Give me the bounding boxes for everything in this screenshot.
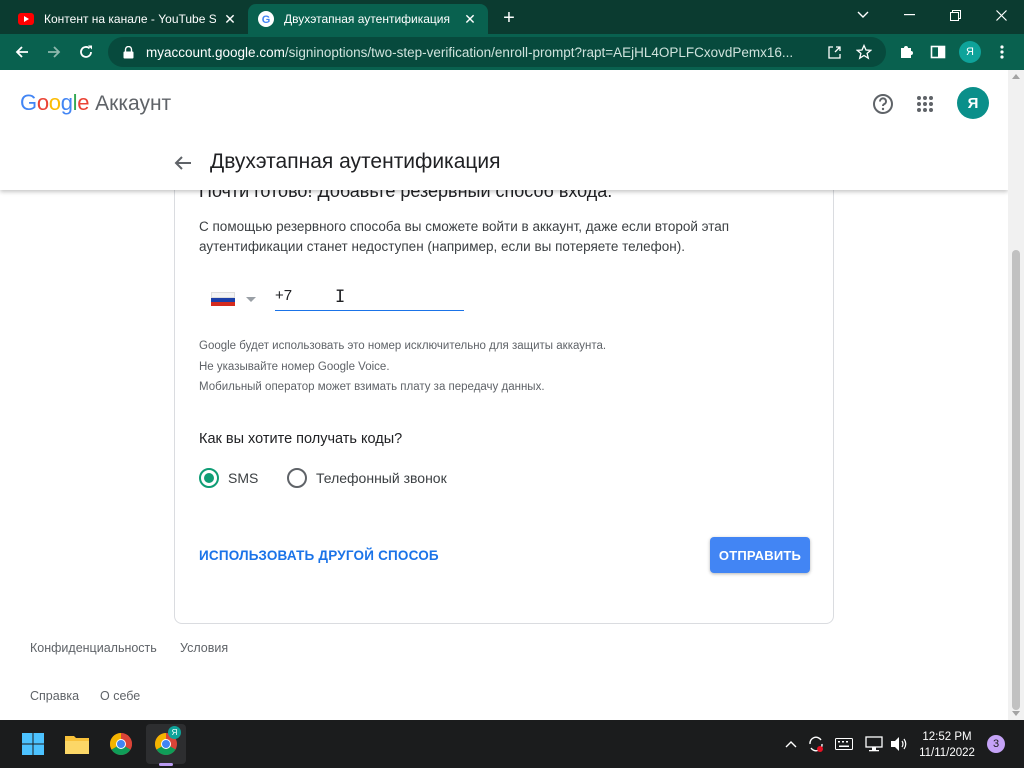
- tab-youtube-studio[interactable]: Контент на канале - YouTube Studio ✕: [8, 4, 248, 34]
- footer-terms-link[interactable]: Условия: [180, 641, 228, 655]
- svg-text:G: G: [262, 14, 271, 26]
- footer-help-link[interactable]: Справка: [30, 689, 79, 703]
- sync-icon[interactable]: [806, 734, 826, 754]
- url-path: /signinoptions/two-step-verification/enr…: [284, 44, 794, 60]
- page-title: Двухэтапная аутентификация: [210, 150, 501, 173]
- radio-sms-label: SMS: [228, 470, 259, 486]
- google-icon: G: [258, 11, 274, 27]
- close-tab-icon[interactable]: ✕: [222, 11, 238, 27]
- chrome-profile-badge: Я: [168, 726, 181, 739]
- extensions-puzzle-icon[interactable]: [892, 38, 920, 66]
- account-label: Аккаунт: [95, 92, 172, 115]
- new-tab-button[interactable]: +: [498, 7, 520, 29]
- back-arrow-icon[interactable]: [172, 152, 194, 174]
- notification-badge[interactable]: 3: [987, 735, 1005, 753]
- youtube-icon: [18, 11, 34, 27]
- forward-button[interactable]: [40, 38, 68, 66]
- address-bar[interactable]: myaccount.google.com/signinoptions/two-s…: [108, 37, 886, 67]
- google-account-logo[interactable]: Google Аккаунт: [20, 90, 171, 116]
- page-scrollbar[interactable]: [1008, 70, 1024, 720]
- radio-unselected-icon[interactable]: [287, 468, 307, 488]
- close-window-button[interactable]: [978, 0, 1024, 30]
- phone-hints: Google будет использовать это номер искл…: [199, 336, 606, 398]
- chrome-icon[interactable]: [106, 729, 136, 759]
- radio-phone-call[interactable]: Телефонный звонок: [287, 467, 447, 489]
- clock-date: 11/11/2022: [919, 747, 975, 759]
- close-tab-icon[interactable]: ✕: [462, 11, 478, 27]
- scrollbar-thumb[interactable]: [1012, 250, 1020, 710]
- text-cursor-icon: I: [335, 287, 346, 307]
- country-selector[interactable]: [199, 286, 257, 312]
- clock-time: 12:52 PM: [922, 731, 972, 743]
- chrome-menu-icon[interactable]: [988, 38, 1016, 66]
- active-app-indicator: [159, 763, 173, 766]
- tab-title: Двухэтапная аутентификация: [284, 12, 451, 26]
- phone-number-input[interactable]: [275, 281, 464, 311]
- restore-button[interactable]: [932, 0, 978, 30]
- back-button[interactable]: [8, 38, 36, 66]
- delivery-question: Как вы хотите получать коды?: [199, 431, 403, 447]
- bookmark-star-icon[interactable]: [854, 42, 874, 62]
- radio-selected-icon[interactable]: [199, 468, 219, 488]
- side-panel-icon[interactable]: [924, 38, 952, 66]
- tab-search-chevron-icon[interactable]: [840, 0, 886, 30]
- taskbar-clock[interactable]: 12:52 PM 11/11/2022: [912, 729, 982, 761]
- share-icon[interactable]: [824, 42, 844, 62]
- tab-title: Контент на канале - YouTube Studio: [44, 12, 216, 26]
- page-content: Google Аккаунт Я Двухэтапная аутентифика…: [0, 70, 1008, 720]
- keyboard-icon[interactable]: [834, 734, 854, 754]
- google-logo-text: Google: [20, 90, 90, 115]
- radio-sms[interactable]: SMS: [199, 467, 258, 489]
- footer-privacy-link[interactable]: Конфиденциальность: [30, 641, 157, 655]
- browser-toolbar: myaccount.google.com/signinoptions/two-s…: [0, 34, 1024, 70]
- backup-method-card: Почти готово! Добавьте резервный способ …: [174, 160, 834, 624]
- hint-text: Google будет использовать это номер искл…: [199, 340, 607, 352]
- hint-text: Мобильный оператор может взимать плату з…: [199, 381, 545, 393]
- avatar[interactable]: Я: [957, 87, 989, 119]
- russia-flag-icon: [211, 292, 235, 306]
- lock-icon[interactable]: [120, 44, 136, 60]
- browser-tab-strip: Контент на канале - YouTube Studio ✕ G Д…: [0, 0, 1024, 34]
- scroll-up-arrow-icon[interactable]: [1012, 74, 1020, 79]
- account-header: Google Аккаунт Я Двухэтапная аутентифика…: [0, 70, 1008, 190]
- url-host: myaccount.google.com: [146, 44, 285, 60]
- card-description: С помощью резервного способа вы сможете …: [199, 219, 730, 254]
- url-text: myaccount.google.com/signinoptions/two-s…: [146, 45, 814, 60]
- volume-icon[interactable]: [889, 734, 909, 754]
- profile-avatar: Я: [959, 41, 981, 63]
- reload-button[interactable]: [72, 38, 100, 66]
- minimize-button[interactable]: [886, 0, 932, 30]
- windows-start-icon[interactable]: [18, 729, 48, 759]
- scroll-down-arrow-icon[interactable]: [1012, 711, 1020, 716]
- dropdown-arrow-icon: [246, 296, 256, 302]
- hint-text: Не указывайте номер Google Voice.: [199, 360, 390, 373]
- windows-taskbar: Я 12:52 PM 11/11/2022 3: [0, 720, 1024, 768]
- send-button[interactable]: ОТПРАВИТЬ: [710, 537, 810, 573]
- help-icon[interactable]: [869, 90, 897, 118]
- radio-call-label: Телефонный звонок: [316, 470, 447, 486]
- use-another-method-link[interactable]: ИСПОЛЬЗОВАТЬ ДРУГОЙ СПОСОБ: [199, 548, 439, 563]
- file-explorer-icon[interactable]: [62, 729, 92, 759]
- footer-about-link[interactable]: О себе: [100, 689, 140, 703]
- profile-button[interactable]: Я: [956, 38, 984, 66]
- apps-grid-icon[interactable]: [911, 90, 939, 118]
- tab-two-step-verification[interactable]: G Двухэтапная аутентификация ✕: [248, 4, 488, 34]
- network-icon[interactable]: [864, 734, 884, 754]
- tray-chevron-up-icon[interactable]: [781, 734, 801, 754]
